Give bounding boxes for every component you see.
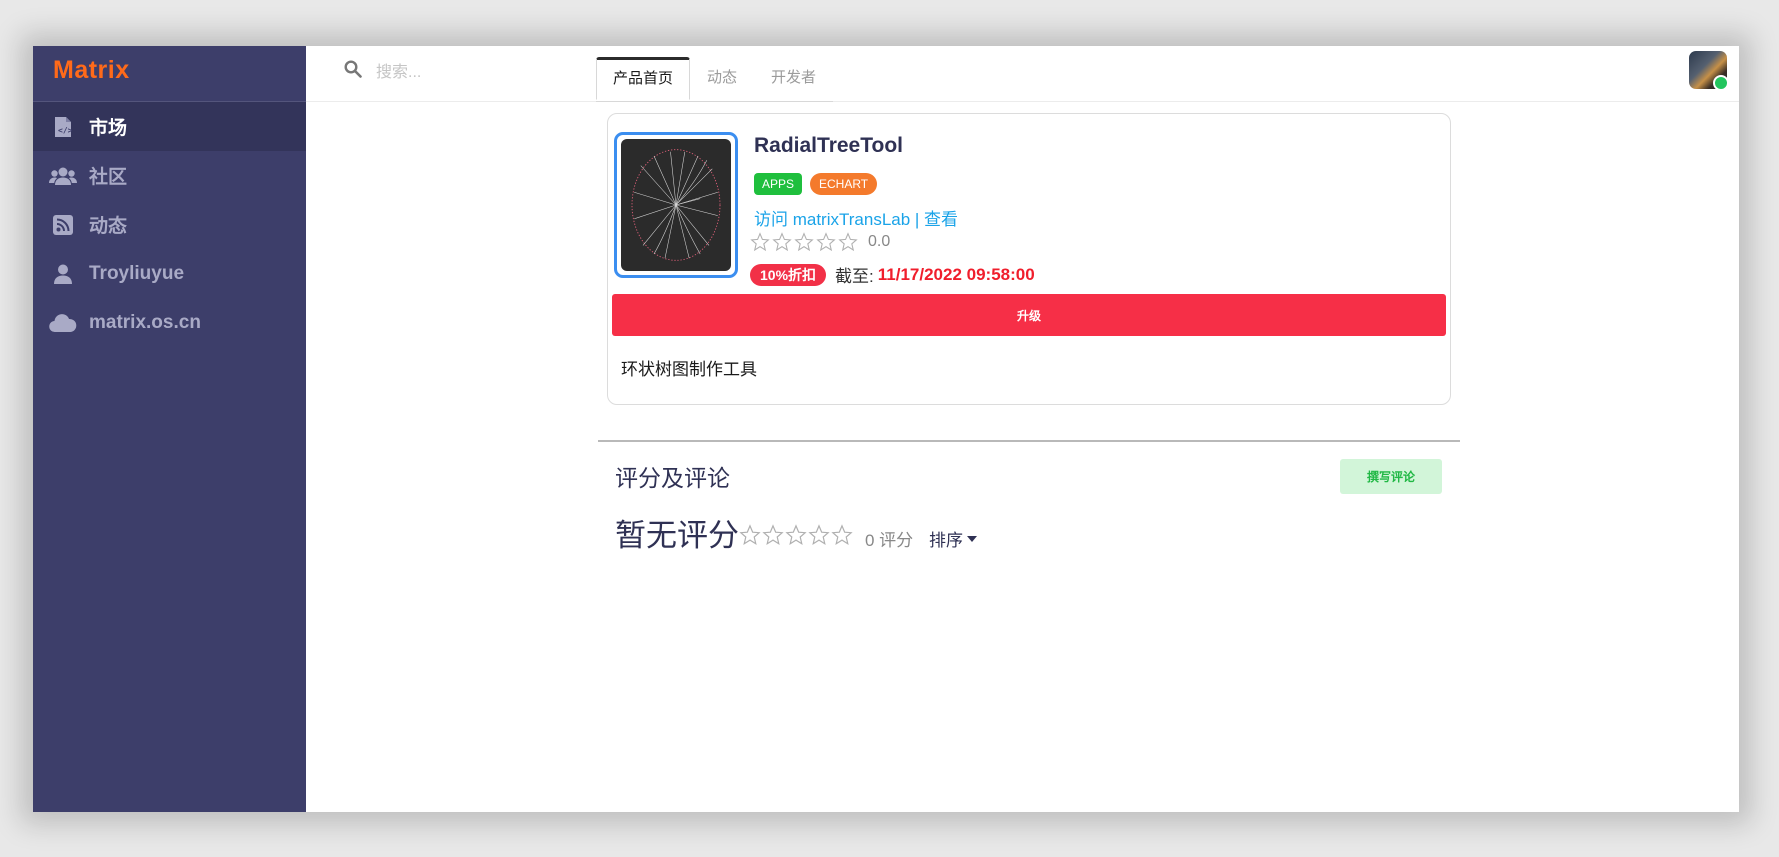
sidebar: Matrix </> 市场 社区 动态 Troyliuyue matrix.os… [33, 46, 306, 812]
rss-icon [49, 213, 77, 237]
tab-bar: 产品首页 动态 开发者 [596, 49, 834, 102]
search-input[interactable] [374, 58, 558, 88]
app-description: 环状树图制作工具 [621, 360, 757, 379]
review-count: 0 评分 [865, 531, 914, 550]
search-icon [344, 60, 362, 83]
tab-developer[interactable]: 开发者 [754, 57, 833, 99]
brand-logo[interactable]: Matrix [33, 46, 306, 102]
app-title: RadialTreeTool [754, 134, 903, 157]
section-divider [598, 440, 1460, 442]
star-icon [808, 524, 830, 545]
sidebar-item-user[interactable]: Troyliuyue [33, 249, 306, 298]
view-link[interactable]: | 查看 [915, 210, 958, 229]
star-icon [794, 232, 814, 252]
deadline-label: 截至: [835, 267, 874, 286]
users-icon [49, 164, 77, 188]
app-window: Matrix </> 市场 社区 动态 Troyliuyue matrix.os… [33, 46, 1739, 812]
reviews-heading: 评分及评论 [615, 465, 730, 491]
product-card: RadialTreeTool APPS ECHART 访问 matrixTran… [607, 113, 1451, 405]
sidebar-item-feed[interactable]: 动态 [33, 200, 306, 249]
star-icon [750, 232, 770, 252]
sort-dropdown[interactable]: 排序 [929, 526, 977, 551]
sidebar-item-label: 市场 [89, 118, 128, 139]
sidebar-item-label: matrix.os.cn [89, 311, 201, 333]
cloud-icon [49, 311, 77, 335]
star-icon [816, 232, 836, 252]
star-icon [762, 524, 784, 545]
radial-tree-preview-image [621, 139, 731, 271]
sidebar-item-community[interactable]: 社区 [33, 151, 306, 200]
promo-row: 10%折扣 截至: 11/17/2022 09:58:00 [750, 262, 1035, 287]
write-review-button[interactable]: 撰写评论 [1340, 459, 1442, 494]
rating-row: 0.0 [750, 232, 890, 252]
deadline-value: 11/17/2022 09:58:00 [877, 264, 1035, 284]
sidebar-item-label: Troyliuyue [89, 262, 185, 284]
avatar[interactable] [1689, 51, 1729, 91]
tag-list: APPS ECHART [754, 173, 878, 195]
star-icon [831, 524, 853, 545]
user-icon [49, 262, 77, 286]
tag-badge[interactable]: APPS [754, 173, 803, 195]
product-thumbnail[interactable] [614, 132, 738, 278]
sidebar-item-market[interactable]: </> 市场 [33, 102, 306, 151]
discount-badge: 10%折扣 [750, 263, 827, 286]
rating-stars [739, 524, 854, 546]
star-icon [785, 524, 807, 545]
no-rating-text: 暂无评分 [615, 518, 739, 553]
star-icon [772, 232, 792, 252]
tag-badge[interactable]: ECHART [810, 173, 878, 195]
upgrade-button[interactable]: 升级 [612, 294, 1446, 336]
rating-value: 0.0 [868, 233, 891, 250]
tab-product-home[interactable]: 产品首页 [596, 57, 691, 100]
sidebar-item-label: 社区 [89, 167, 128, 188]
file-code-icon: </> [49, 115, 77, 139]
star-icon [739, 524, 761, 545]
svg-text:</>: </> [58, 126, 72, 135]
star-icon [838, 232, 858, 252]
app-links: 访问 matrixTransLab | 查看 [754, 205, 958, 230]
visit-link[interactable]: 访问 matrixTransLab [754, 210, 910, 229]
tab-activity[interactable]: 动态 [690, 57, 754, 99]
online-status-indicator [1713, 75, 1729, 91]
sort-label: 排序 [929, 531, 963, 550]
sidebar-item-site[interactable]: matrix.os.cn [33, 298, 306, 347]
sidebar-item-label: 动态 [89, 216, 128, 237]
top-bar: 产品首页 动态 开发者 [306, 46, 1739, 102]
caret-down-icon [967, 535, 977, 542]
